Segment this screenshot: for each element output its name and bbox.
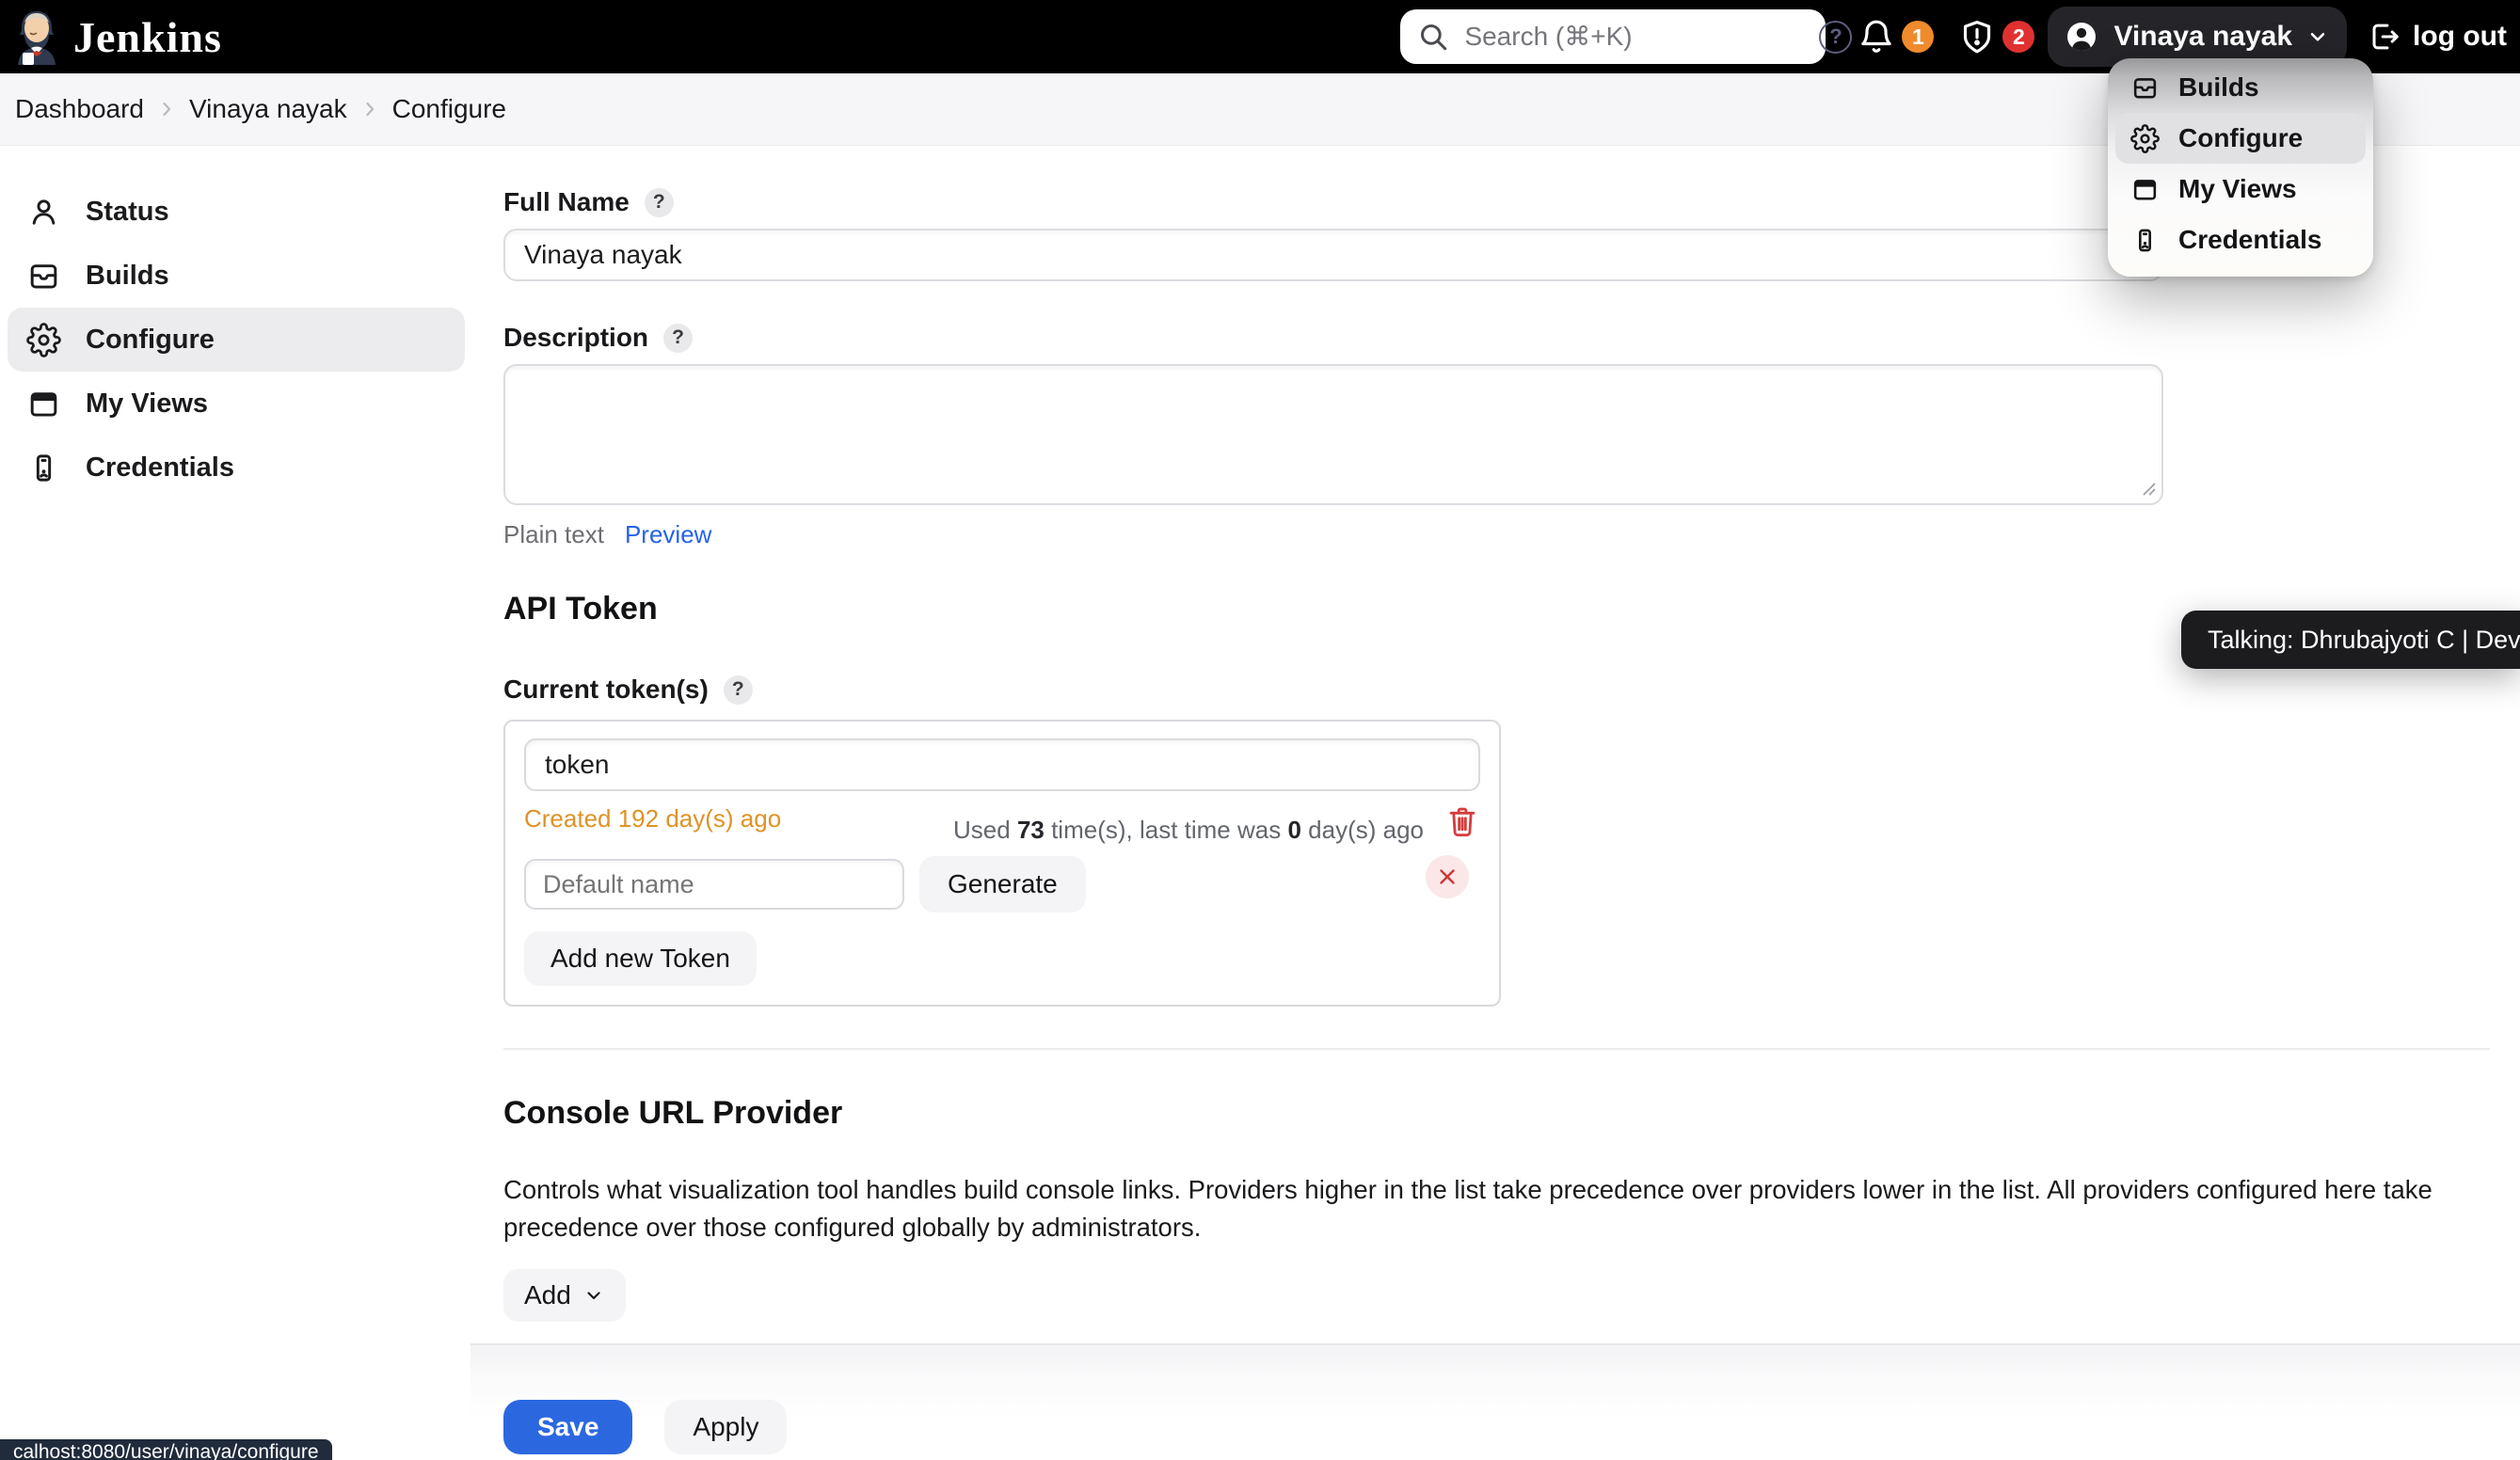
close-icon: [1435, 865, 1459, 889]
user-menu-item-label: Credentials: [2178, 225, 2322, 255]
cancel-token-button[interactable]: [1426, 855, 1469, 898]
security-warnings-button[interactable]: 2: [1958, 18, 2034, 56]
description-block: Description ? Plain text Preview: [503, 323, 2520, 549]
help-icon[interactable]: ?: [645, 188, 674, 217]
current-tokens-label-row: Current token(s) ?: [503, 674, 2520, 705]
description-label: Description: [503, 323, 648, 353]
security-badge: 2: [2002, 21, 2034, 53]
user-menu-item-label: My Views: [2178, 174, 2297, 204]
logout-button[interactable]: log out: [2366, 19, 2507, 55]
sidebar-item-label: Configure: [86, 325, 215, 356]
help-icon[interactable]: ?: [724, 675, 753, 705]
jenkins-user-configure-page: Jenkins ? 1: [0, 0, 2520, 1460]
generate-token-row: Generate: [524, 856, 1480, 912]
user-menu-item-configure[interactable]: Configure: [2115, 113, 2366, 164]
section-divider: [503, 1048, 2490, 1050]
brand-title: Jenkins: [73, 12, 222, 62]
sidebar-item-status[interactable]: Status: [8, 180, 465, 244]
logout-label: log out: [2413, 21, 2507, 53]
help-icon[interactable]: ?: [663, 324, 693, 353]
description-textarea[interactable]: [503, 364, 2163, 505]
console-url-heading: Console URL Provider: [503, 1095, 2520, 1132]
search-help-icon[interactable]: ?: [1819, 21, 1852, 54]
token-created-text: Created 192 day(s) ago: [524, 802, 781, 833]
user-menu-item-my-views[interactable]: My Views: [2115, 164, 2366, 214]
body-layout: Status Builds Configure: [0, 146, 2520, 1460]
user-menu-item-credentials[interactable]: Credentials: [2115, 214, 2366, 265]
sidebar-item-label: Credentials: [86, 452, 234, 484]
token-meta-row: Created 192 day(s) ago Used 73 time(s), …: [524, 802, 1480, 845]
breadcrumb-chevron-icon: [359, 98, 381, 120]
sidebar-item-credentials[interactable]: Credentials: [8, 436, 465, 500]
add-provider-button[interactable]: Add: [503, 1269, 626, 1322]
delete-token-button[interactable]: [1444, 802, 1480, 840]
sidebar-item-my-views[interactable]: My Views: [8, 372, 465, 436]
apply-button[interactable]: Apply: [664, 1400, 787, 1454]
sidebar-item-label: My Views: [86, 389, 208, 420]
search-input[interactable]: [1464, 22, 1804, 52]
search-box[interactable]: ?: [1400, 9, 1826, 64]
search-icon: [1417, 21, 1449, 53]
token-card: Created 192 day(s) ago Used 73 time(s), …: [503, 720, 1501, 1007]
talking-toast: Talking: Dhrubajyoti C | DevRel En...: [2181, 611, 2520, 669]
user-avatar-icon: [2063, 18, 2100, 56]
console-url-description: Controls what visualization tool handles…: [503, 1171, 2484, 1246]
logout-icon: [2366, 19, 2401, 55]
user-menu-item-label: Configure: [2178, 123, 2303, 153]
builds-inbox-icon: [26, 259, 61, 294]
description-mode-label: Plain text: [503, 520, 604, 549]
main-content: Full Name ? Description ? Plain text Pr: [471, 146, 2520, 1460]
person-icon: [26, 195, 61, 230]
breadcrumb-chevron-icon: [155, 98, 178, 120]
breadcrumb-dashboard[interactable]: Dashboard: [15, 94, 144, 124]
current-tokens-label: Current token(s): [503, 674, 709, 705]
notifications-button[interactable]: 1: [1858, 18, 1934, 56]
trash-icon: [1444, 802, 1480, 840]
full-name-input[interactable]: [503, 229, 2163, 281]
save-button[interactable]: Save: [503, 1400, 632, 1454]
add-provider-label: Add: [524, 1280, 571, 1310]
sidebar-item-configure[interactable]: Configure: [8, 308, 465, 372]
user-dropdown-menu: Builds Configure My Views: [2108, 58, 2373, 277]
gear-icon: [2130, 124, 2160, 153]
bell-icon: [1858, 18, 1895, 56]
sidebar-item-label: Builds: [86, 261, 169, 292]
add-new-token-button[interactable]: Add new Token: [524, 931, 757, 986]
token-name-input[interactable]: [524, 738, 1480, 791]
token-usage-text: Used 73 time(s), last time was 0 day(s) …: [953, 816, 1424, 845]
builds-inbox-icon: [2130, 73, 2160, 103]
gear-icon: [26, 323, 61, 357]
window-icon: [26, 387, 61, 421]
id-card-icon: [2130, 226, 2160, 255]
breadcrumb-configure[interactable]: Configure: [392, 94, 506, 124]
chevron-down-icon: [2305, 24, 2330, 49]
status-url-tooltip: calhost:8080/user/vinaya/configure: [0, 1439, 332, 1460]
sidebar-item-label: Status: [86, 197, 169, 228]
generate-button[interactable]: Generate: [919, 856, 1086, 912]
user-name: Vinaya nayak: [2113, 21, 2292, 53]
bottom-action-bar: Save Apply: [471, 1343, 2520, 1460]
sidebar-item-builds[interactable]: Builds: [8, 244, 465, 308]
shield-alert-icon: [1958, 18, 1996, 56]
preview-link[interactable]: Preview: [625, 520, 711, 549]
chevron-down-icon: [582, 1284, 605, 1307]
full-name-label: Full Name: [503, 187, 630, 217]
sidebar: Status Builds Configure: [0, 146, 471, 1460]
notifications-badge: 1: [1902, 21, 1934, 53]
jenkins-butler-logo-icon: [15, 8, 58, 66]
user-menu-item-label: Builds: [2178, 72, 2259, 103]
user-menu-item-builds[interactable]: Builds: [2115, 62, 2366, 113]
jenkins-brand[interactable]: Jenkins: [15, 8, 222, 66]
window-icon: [2130, 175, 2160, 204]
id-card-icon: [26, 451, 61, 485]
breadcrumb-user[interactable]: Vinaya nayak: [189, 94, 347, 124]
new-token-name-input[interactable]: [524, 859, 904, 910]
resize-handle-icon[interactable]: [2141, 481, 2156, 496]
